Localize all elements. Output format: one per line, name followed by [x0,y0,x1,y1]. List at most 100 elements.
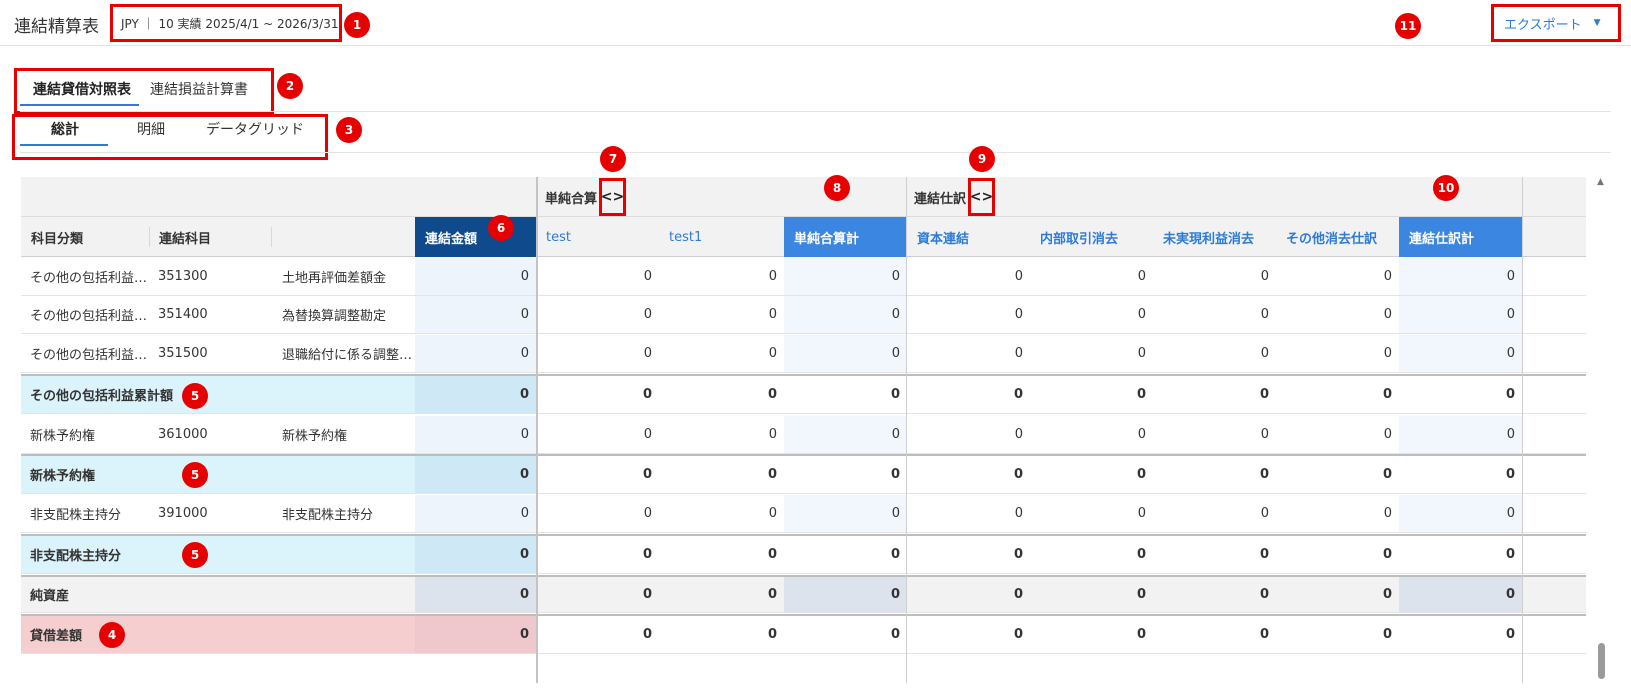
cell-other-elimination[interactable]: 0 [1276,296,1399,333]
col-other-elimination[interactable]: その他消去仕訳 [1276,217,1399,257]
table-row[interactable]: その他の包括利益… 351400 為替換算調整勘定 0 0 0 0 0 0 0 0 0 [21,296,1586,334]
cell-intercompany-elimination[interactable]: 0 [1030,616,1153,653]
cell-simple-total[interactable]: 0 [784,258,907,295]
cell-elimination-total[interactable]: 0 [1399,495,1522,532]
cell-intercompany-elimination[interactable]: 0 [1030,296,1153,333]
cell-entity-test[interactable]: 0 [536,495,659,532]
cell-intercompany-elimination[interactable]: 0 [1030,577,1153,612]
cell-consolidated-total[interactable]: 0 [415,258,536,295]
cell-other-elimination[interactable]: 0 [1276,616,1399,653]
cell-consolidated-total[interactable]: 0 [415,296,536,333]
expand-collapse-simple-icon[interactable]: <> [599,178,626,216]
cell-unrealized-profit-elimination[interactable]: 0 [1153,416,1276,453]
cell-capital-consolidation[interactable]: 0 [907,495,1030,532]
cell-intercompany-elimination[interactable]: 0 [1030,495,1153,532]
col-entity-test1[interactable]: test1 [659,217,782,257]
cell-capital-consolidation[interactable]: 0 [907,258,1030,295]
cell-entity-test1[interactable]: 0 [659,495,784,532]
cell-simple-total[interactable]: 0 [784,296,907,333]
cell-simple-total[interactable]: 0 [784,577,907,612]
cell-consolidated-total[interactable]: 0 [415,536,536,573]
cell-elimination-total[interactable]: 0 [1399,416,1522,453]
cell-elimination-total[interactable]: 0 [1399,258,1522,295]
context-selector[interactable]: JPY ｜ 10 実績 2025/4/1 ~ 2026/3/31 [110,4,342,42]
vertical-scrollbar[interactable]: ▲ [1594,177,1610,683]
cell-capital-consolidation[interactable]: 0 [907,536,1030,573]
cell-consolidated-total[interactable]: 0 [415,495,536,532]
cell-elimination-total[interactable]: 0 [1399,616,1522,653]
tab-total[interactable]: 総計 [51,119,79,139]
cell-entity-test[interactable]: 0 [536,456,659,493]
table-row[interactable]: その他の包括利益… 351500 退職給付に係る調整… 0 0 0 0 0 0 0 0 0 [21,335,1586,373]
cell-intercompany-elimination[interactable]: 0 [1030,376,1153,413]
cell-unrealized-profit-elimination[interactable]: 0 [1153,296,1276,333]
col-category[interactable]: 科目分類 [21,217,149,257]
cell-entity-test1[interactable]: 0 [659,536,784,573]
cell-other-elimination[interactable]: 0 [1276,376,1399,413]
cell-entity-test1[interactable]: 0 [659,416,784,453]
cell-other-elimination[interactable]: 0 [1276,335,1399,372]
cell-unrealized-profit-elimination[interactable]: 0 [1153,335,1276,372]
cell-consolidated-total[interactable]: 0 [415,376,536,413]
cell-unrealized-profit-elimination[interactable]: 0 [1153,495,1276,532]
cell-entity-test[interactable]: 0 [536,258,659,295]
expand-collapse-elim-icon[interactable]: <> [968,178,995,216]
scroll-up-icon[interactable]: ▲ [1597,177,1604,187]
cell-entity-test[interactable]: 0 [536,296,659,333]
cell-simple-total[interactable]: 0 [784,416,907,453]
cell-entity-test1[interactable]: 0 [659,335,784,372]
cell-entity-test[interactable]: 0 [536,376,659,413]
tab-detail[interactable]: 明細 [137,119,165,139]
cell-consolidated-total[interactable]: 0 [415,335,536,372]
cell-other-elimination[interactable]: 0 [1276,577,1399,612]
net-row[interactable]: 純資産 0 0 0 0 0 0 0 0 0 [21,575,1586,613]
cell-entity-test1[interactable]: 0 [659,258,784,295]
table-row[interactable]: その他の包括利益… 351300 土地再評価差額金 0 0 0 0 0 0 0 0 0 [21,258,1586,296]
cell-capital-consolidation[interactable]: 0 [907,616,1030,653]
cell-consolidated-total[interactable]: 0 [415,616,536,653]
cell-capital-consolidation[interactable]: 0 [907,416,1030,453]
cell-entity-test1[interactable]: 0 [659,577,784,612]
col-capital-consolidation[interactable]: 資本連結 [907,217,1030,257]
cell-intercompany-elimination[interactable]: 0 [1030,335,1153,372]
cell-unrealized-profit-elimination[interactable]: 0 [1153,577,1276,612]
cell-consolidated-total[interactable]: 0 [415,416,536,453]
cell-capital-consolidation[interactable]: 0 [907,577,1030,612]
cell-entity-test1[interactable]: 0 [659,456,784,493]
tab-balance-sheet[interactable]: 連結貸借対照表 [33,79,131,99]
table-row[interactable]: 非支配株主持分 391000 非支配株主持分 0 0 0 0 0 0 0 0 0 [21,495,1586,533]
col-elimination-total[interactable]: 連結仕訳計 [1399,217,1522,257]
cell-other-elimination[interactable]: 0 [1276,258,1399,295]
cell-capital-consolidation[interactable]: 0 [907,376,1030,413]
tab-income-statement[interactable]: 連結損益計算書 [150,79,248,99]
cell-entity-test1[interactable]: 0 [659,296,784,333]
export-button[interactable]: エクスポート ▼ [1491,4,1621,42]
cell-simple-total[interactable]: 0 [784,376,907,413]
cell-unrealized-profit-elimination[interactable]: 0 [1153,616,1276,653]
cell-simple-total[interactable]: 0 [784,456,907,493]
cell-entity-test1[interactable]: 0 [659,376,784,413]
cell-entity-test[interactable]: 0 [536,577,659,612]
tab-data-grid[interactable]: データグリッド [206,119,304,139]
cell-capital-consolidation[interactable]: 0 [907,335,1030,372]
cell-capital-consolidation[interactable]: 0 [907,296,1030,333]
cell-intercompany-elimination[interactable]: 0 [1030,536,1153,573]
cell-elimination-total[interactable]: 0 [1399,296,1522,333]
table-row[interactable]: 新株予約権 361000 新株予約権 0 0 0 0 0 0 0 0 0 [21,416,1586,454]
cell-unrealized-profit-elimination[interactable]: 0 [1153,376,1276,413]
cell-entity-test[interactable]: 0 [536,616,659,653]
cell-entity-test[interactable]: 0 [536,536,659,573]
cell-entity-test[interactable]: 0 [536,416,659,453]
cell-elimination-total[interactable]: 0 [1399,577,1522,612]
col-account[interactable]: 連結科目 [149,217,271,257]
cell-entity-test[interactable]: 0 [536,335,659,372]
scrollbar-thumb[interactable] [1598,643,1605,679]
col-simple-total[interactable]: 単純合算計 [784,217,907,257]
cell-elimination-total[interactable]: 0 [1399,456,1522,493]
col-unrealized-profit-elimination[interactable]: 未実現利益消去 [1153,217,1276,257]
cell-entity-test1[interactable]: 0 [659,616,784,653]
cell-unrealized-profit-elimination[interactable]: 0 [1153,456,1276,493]
diff-row[interactable]: 貸借差額 0 0 0 0 0 0 0 0 0 [21,614,1586,654]
cell-simple-total[interactable]: 0 [784,335,907,372]
cell-other-elimination[interactable]: 0 [1276,495,1399,532]
